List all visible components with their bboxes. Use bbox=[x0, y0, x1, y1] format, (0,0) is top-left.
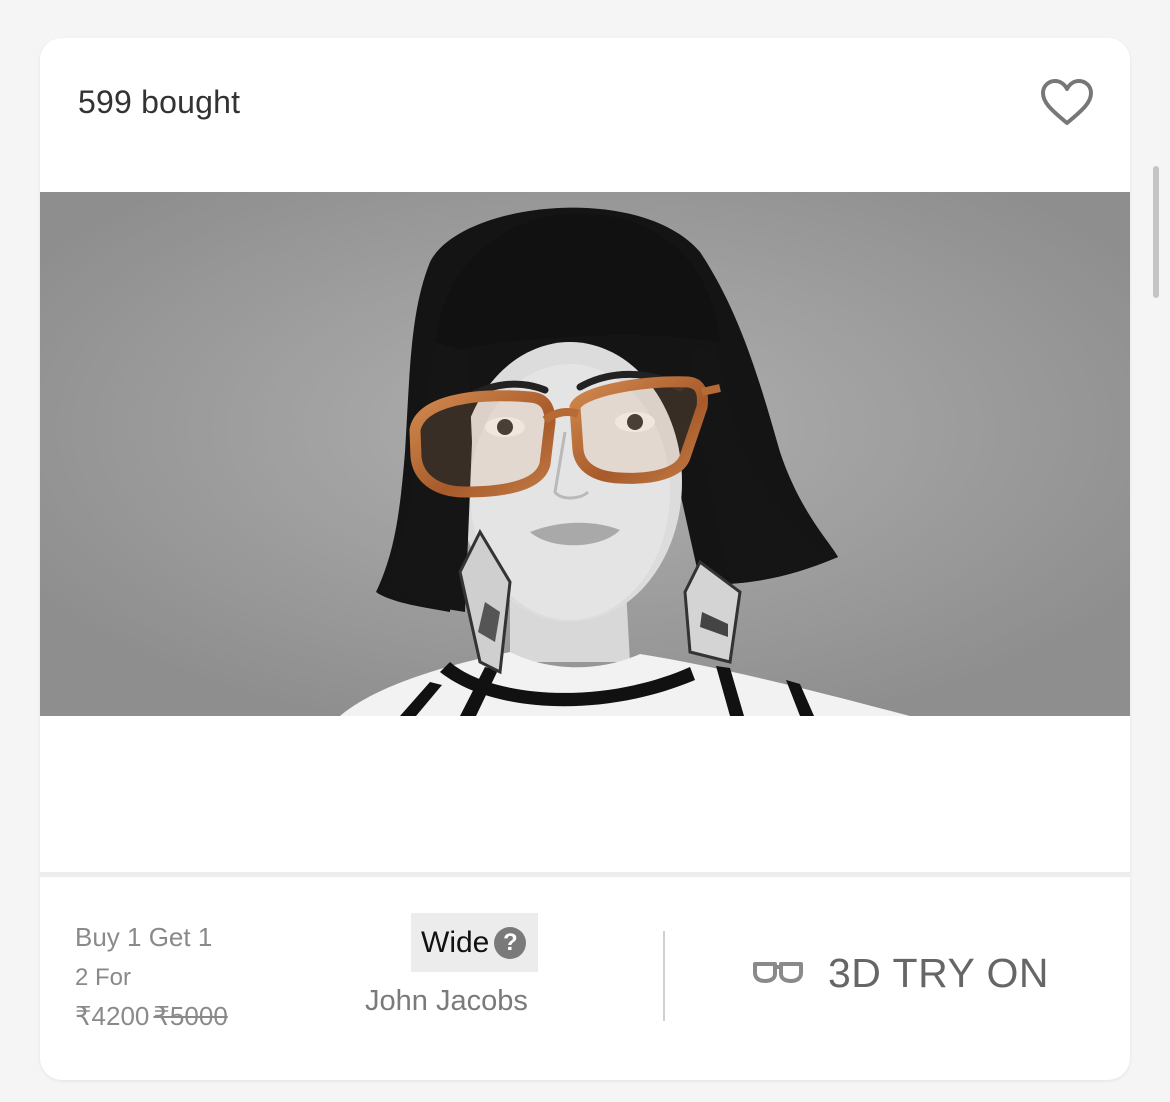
wishlist-heart-icon[interactable] bbox=[1040, 78, 1094, 128]
glasses-icon bbox=[752, 958, 804, 989]
brand-name: John Jacobs bbox=[365, 985, 528, 1017]
price-row: ₹4200 ₹5000 bbox=[75, 1001, 228, 1032]
try-on-button[interactable]: 3D TRY ON bbox=[752, 950, 1049, 997]
price-original: ₹5000 bbox=[153, 1001, 228, 1031]
offer-title: Buy 1 Get 1 bbox=[75, 922, 213, 952]
scrollbar-thumb[interactable] bbox=[1153, 166, 1159, 298]
size-badge[interactable]: Wide ? bbox=[411, 913, 538, 972]
question-circle-icon[interactable]: ? bbox=[494, 926, 527, 959]
bought-count: 599 bought bbox=[78, 84, 241, 120]
size-label: Wide bbox=[421, 925, 490, 959]
try-on-label: 3D TRY ON bbox=[828, 950, 1049, 996]
section-divider bbox=[40, 872, 1130, 877]
product-card[interactable]: 599 bought Buy 1 Get 1 2 For ₹4200 ₹5000… bbox=[40, 38, 1130, 1080]
product-image[interactable] bbox=[40, 192, 1130, 716]
price-current: ₹4200 bbox=[75, 1001, 150, 1031]
offer-subtitle: 2 For bbox=[75, 964, 132, 991]
vertical-divider bbox=[663, 931, 665, 1021]
